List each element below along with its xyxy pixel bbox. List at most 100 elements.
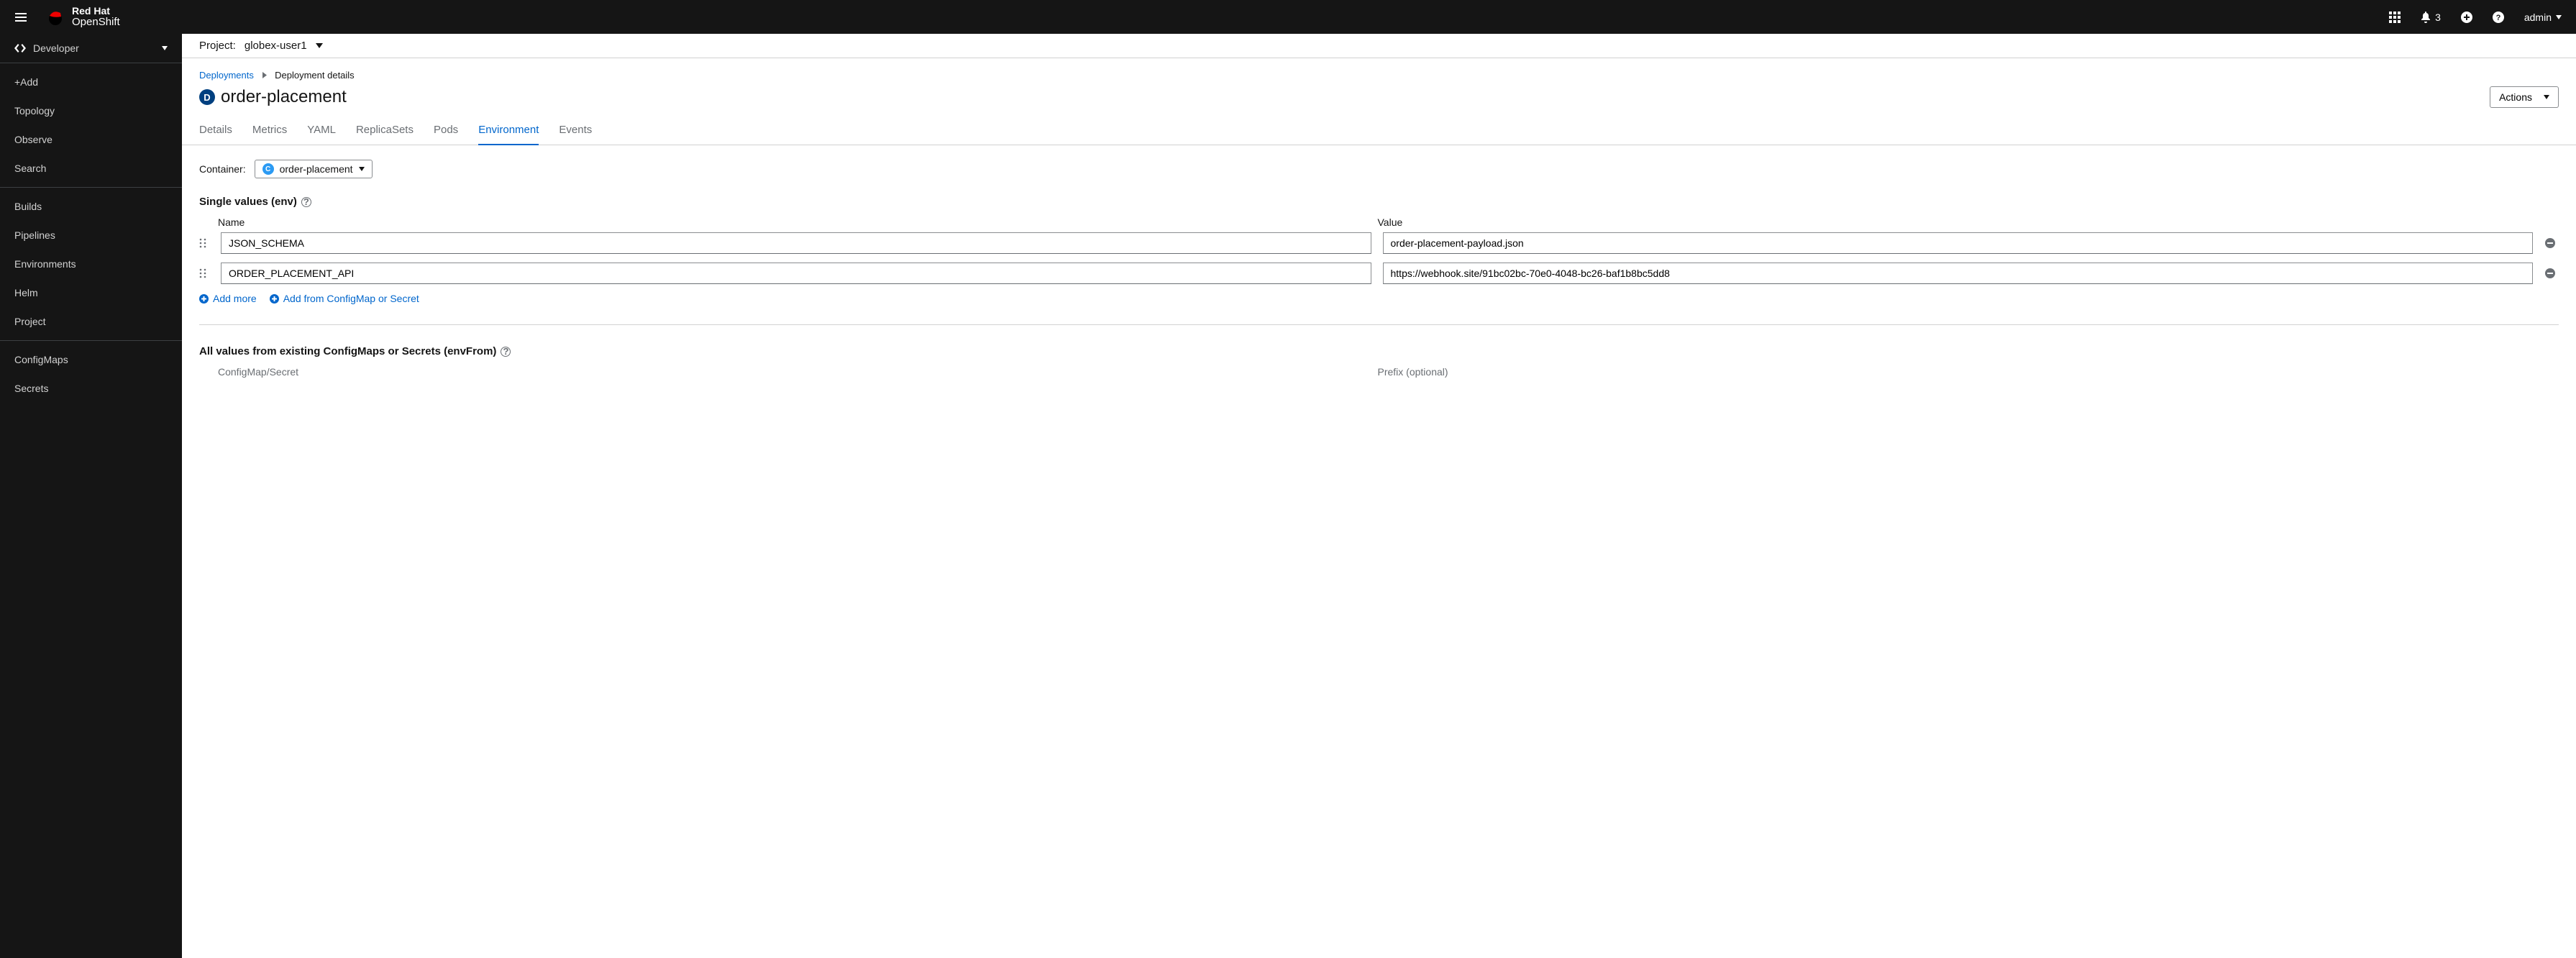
env-from-table: ConfigMap/Secret Prefix (optional) — [199, 366, 2559, 378]
hamburger-menu-button[interactable] — [14, 11, 27, 24]
minus-circle-icon — [2544, 268, 2556, 279]
nav-section-c: ConfigMaps Secrets — [0, 340, 182, 407]
env-row — [199, 263, 2559, 284]
caret-down-icon — [316, 43, 323, 48]
caret-down-icon — [2556, 15, 2562, 19]
env-from-header-row: ConfigMap/Secret Prefix (optional) — [199, 366, 2559, 378]
nav-helm[interactable]: Helm — [0, 278, 182, 307]
section-divider — [199, 324, 2559, 325]
brand-logo[interactable]: Red Hat OpenShift — [46, 6, 120, 29]
import-button[interactable] — [2461, 12, 2472, 23]
grip-icon — [199, 238, 206, 248]
minus-circle-icon — [2544, 237, 2556, 249]
tabs: Details Metrics YAML ReplicaSets Pods En… — [182, 117, 2576, 145]
plus-circle-icon — [270, 294, 279, 304]
notification-count: 3 — [2435, 12, 2441, 23]
add-more-label: Add more — [213, 293, 257, 304]
env-from-header-prefix: Prefix (optional) — [1378, 366, 2526, 378]
container-selector[interactable]: C order-placement — [255, 160, 373, 178]
page-header: D order-placement Actions — [182, 83, 2576, 117]
user-name: admin — [2524, 12, 2552, 23]
tab-metrics[interactable]: Metrics — [252, 117, 287, 145]
bell-icon — [2421, 12, 2431, 23]
tab-details[interactable]: Details — [199, 117, 232, 145]
nav-topology[interactable]: Topology — [0, 96, 182, 125]
env-name-input[interactable] — [221, 263, 1371, 284]
actions-label: Actions — [2499, 91, 2532, 103]
question-circle-icon: ? — [2493, 12, 2504, 23]
masthead: Red Hat OpenShift 3 ? admin — [0, 0, 2576, 34]
nav-observe[interactable]: Observe — [0, 125, 182, 154]
user-menu-button[interactable]: admin — [2524, 12, 2562, 23]
help-icon[interactable]: ? — [301, 197, 311, 207]
container-label: Container: — [199, 163, 246, 175]
main-content: Project: globex-user1 Deployments Deploy… — [182, 34, 2576, 958]
project-selector[interactable]: Project: globex-user1 — [199, 40, 323, 52]
tab-replicasets[interactable]: ReplicaSets — [356, 117, 414, 145]
nav-builds[interactable]: Builds — [0, 192, 182, 221]
env-row — [199, 232, 2559, 254]
caret-down-icon — [2544, 95, 2549, 99]
nav-pipelines[interactable]: Pipelines — [0, 221, 182, 250]
help-button[interactable]: ? — [2493, 12, 2504, 23]
container-selector-row: Container: C order-placement — [199, 160, 2559, 178]
project-bar: Project: globex-user1 — [182, 34, 2576, 58]
env-header-value: Value — [1378, 216, 2526, 228]
bars-icon — [14, 11, 27, 24]
env-value-input[interactable] — [1383, 232, 2534, 254]
nav-section-b: Builds Pipelines Environments Helm Proje… — [0, 187, 182, 340]
page-title: order-placement — [221, 87, 347, 107]
env-header-row: Name Value — [199, 216, 2559, 228]
container-badge: C — [262, 163, 274, 175]
tab-yaml[interactable]: YAML — [307, 117, 336, 145]
drag-handle[interactable] — [199, 268, 209, 278]
env-single-table: Name Value — [199, 216, 2559, 284]
resource-badge: D — [199, 89, 215, 105]
remove-row-button[interactable] — [2544, 268, 2559, 279]
add-links-row: Add more Add from ConfigMap or Secret — [199, 293, 2559, 304]
perspective-label: Developer — [33, 42, 79, 54]
brand-product: OpenShift — [72, 17, 120, 29]
nav-section-a: +Add Topology Observe Search — [0, 63, 182, 187]
add-from-label: Add from ConfigMap or Secret — [283, 293, 419, 304]
tab-events[interactable]: Events — [559, 117, 592, 145]
sidebar: Developer +Add Topology Observe Search B… — [0, 34, 182, 958]
remove-row-button[interactable] — [2544, 237, 2559, 249]
nav-environments[interactable]: Environments — [0, 250, 182, 278]
app-launcher-button[interactable] — [2389, 12, 2401, 23]
env-value-input[interactable] — [1383, 263, 2534, 284]
nav-secrets[interactable]: Secrets — [0, 374, 182, 403]
add-from-configmap-button[interactable]: Add from ConfigMap or Secret — [270, 293, 419, 304]
tab-pods[interactable]: Pods — [434, 117, 458, 145]
nav-search[interactable]: Search — [0, 154, 182, 183]
env-from-title-row: All values from existing ConfigMaps or S… — [199, 345, 2559, 357]
redhat-fedora-icon — [46, 7, 65, 26]
env-single-title-row: Single values (env) ? — [199, 196, 2559, 208]
chevron-right-icon — [262, 70, 267, 81]
caret-down-icon — [359, 167, 365, 171]
env-from-header-source: ConfigMap/Secret — [218, 366, 1366, 378]
env-header-name: Name — [218, 216, 1366, 228]
actions-dropdown[interactable]: Actions — [2490, 86, 2559, 108]
notifications-button[interactable]: 3 — [2421, 12, 2441, 23]
nav-add[interactable]: +Add — [0, 68, 182, 96]
grid-icon — [2389, 12, 2401, 23]
project-name: globex-user1 — [245, 40, 307, 52]
perspective-switcher[interactable]: Developer — [0, 34, 182, 63]
add-more-button[interactable]: Add more — [199, 293, 257, 304]
project-label: Project: — [199, 40, 236, 52]
nav-configmaps[interactable]: ConfigMaps — [0, 345, 182, 374]
breadcrumb-parent[interactable]: Deployments — [199, 70, 254, 81]
caret-down-icon — [162, 46, 168, 50]
container-name: order-placement — [280, 163, 353, 175]
breadcrumb-current: Deployment details — [275, 70, 355, 81]
tab-environment[interactable]: Environment — [478, 117, 539, 145]
nav-project[interactable]: Project — [0, 307, 182, 336]
env-single-title: Single values (env) — [199, 196, 297, 208]
grip-icon — [199, 268, 206, 278]
plus-circle-icon — [2461, 12, 2472, 23]
env-name-input[interactable] — [221, 232, 1371, 254]
help-icon[interactable]: ? — [501, 347, 511, 357]
env-from-title: All values from existing ConfigMaps or S… — [199, 345, 496, 357]
drag-handle[interactable] — [199, 238, 209, 248]
